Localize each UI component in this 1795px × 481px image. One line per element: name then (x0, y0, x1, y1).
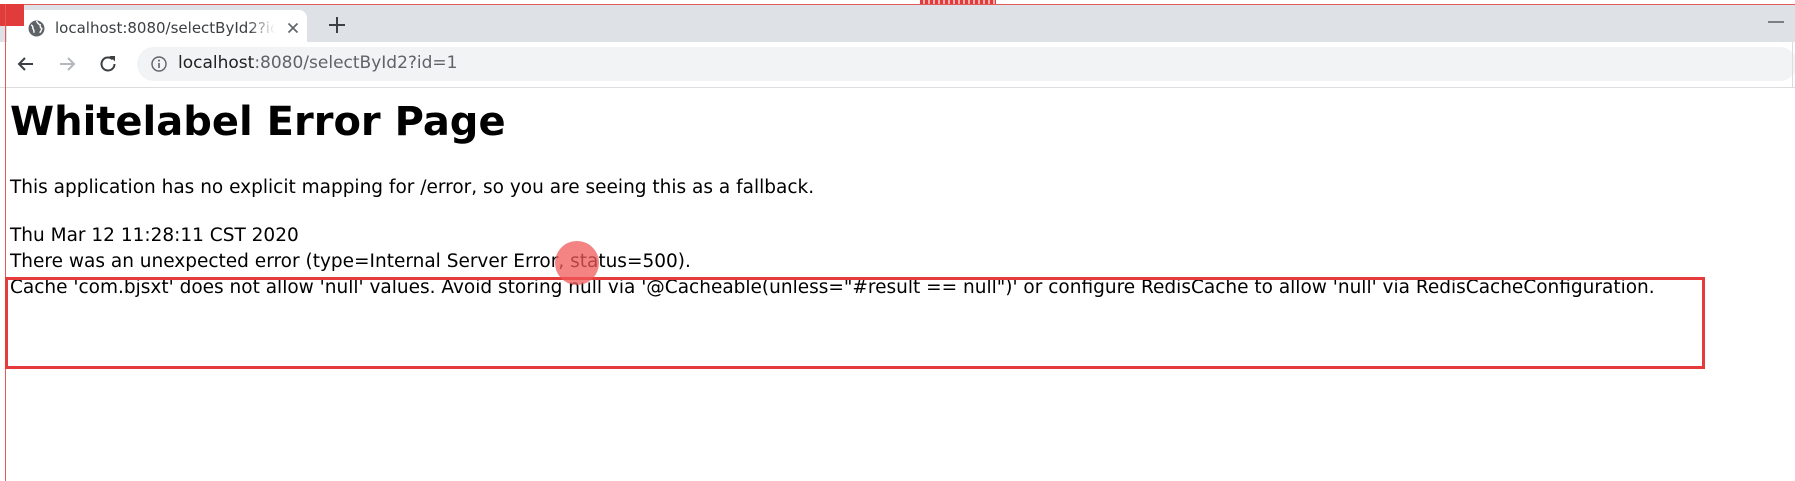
back-arrow-icon[interactable] (14, 52, 38, 76)
close-icon[interactable] (285, 20, 301, 36)
url-path: :8080/selectById2?id=1 (254, 53, 458, 73)
forward-arrow-icon[interactable] (55, 52, 79, 76)
page-title: Whitelabel Error Page (10, 99, 506, 145)
info-icon[interactable] (151, 56, 167, 72)
recording-frame-corner (0, 4, 24, 26)
browser-toolbar: localhost:8080/selectById2?id=1 (0, 42, 1795, 88)
new-tab-icon[interactable] (326, 14, 348, 36)
timestamp-text: Thu Mar 12 11:28:11 CST 2020 (10, 225, 299, 246)
reload-icon[interactable] (96, 52, 120, 76)
annotation-highlight-box (5, 277, 1705, 369)
tab-title: localhost:8080/selectById2?id=1 (55, 19, 275, 37)
minimize-icon[interactable] (1766, 17, 1786, 27)
recording-frame-top (0, 4, 1795, 5)
recording-frame-left (5, 4, 6, 481)
address-bar[interactable]: localhost:8080/selectById2?id=1 (137, 47, 1795, 81)
recording-frame-handle (920, 0, 996, 4)
url-host: localhost (178, 53, 255, 73)
cursor-indicator (555, 241, 599, 285)
window-edge (1792, 42, 1793, 88)
url-text[interactable]: localhost:8080/selectById2?id=1 (178, 53, 457, 75)
description-text: This application has no explicit mapping… (10, 177, 815, 198)
tab-strip: localhost:8080/selectById2?id=1 (0, 5, 1795, 47)
screen: localhost:8080/selectById2?id=1 (0, 0, 1795, 481)
globe-icon (28, 20, 45, 37)
